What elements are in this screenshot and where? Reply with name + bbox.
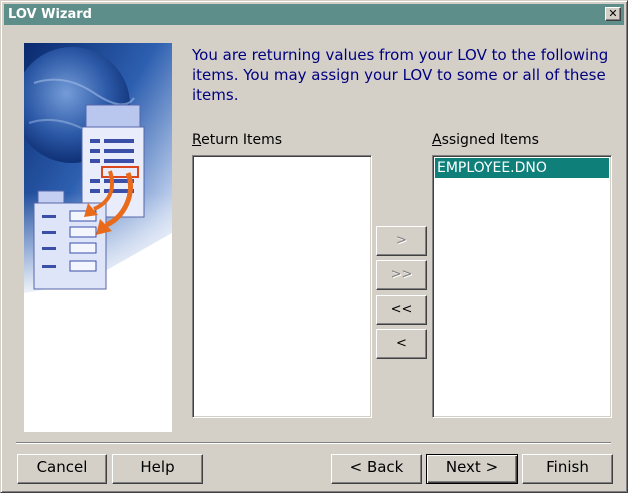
next-button[interactable]: Next > <box>426 454 518 484</box>
help-button[interactable]: Help <box>112 454 203 484</box>
list-item[interactable]: EMPLOYEE.DNO <box>435 158 609 178</box>
return-items-accel: R <box>192 132 202 148</box>
close-icon: ✕ <box>608 7 618 20</box>
assigned-items-accel: A <box>432 132 442 148</box>
window-title: LOV Wizard <box>8 7 92 22</box>
forms-transfer-illustration <box>24 43 172 432</box>
remove-item-button[interactable]: < <box>376 329 427 359</box>
wizard-illustration <box>24 43 172 432</box>
return-items-label: Return Items <box>192 132 282 149</box>
assigned-items-label: Assigned Items <box>432 132 539 149</box>
finish-button[interactable]: Finish <box>522 454 613 484</box>
assigned-items-list[interactable]: EMPLOYEE.DNO <box>432 155 612 418</box>
add-all-items-button[interactable]: >> <box>376 260 427 290</box>
add-item-button[interactable]: > <box>376 226 427 256</box>
remove-all-items-button[interactable]: << <box>376 295 427 325</box>
assigned-items-label-rest: ssigned Items <box>441 132 539 148</box>
footer-separator <box>16 442 611 444</box>
back-button[interactable]: < Back <box>331 454 422 484</box>
instruction-text: You are returning values from your LOV t… <box>192 46 609 104</box>
cancel-button[interactable]: Cancel <box>17 454 107 484</box>
return-items-list[interactable] <box>192 155 372 418</box>
close-button[interactable]: ✕ <box>605 7 621 21</box>
return-items-label-rest: eturn Items <box>201 132 283 148</box>
title-bar[interactable]: LOV Wizard ✕ <box>4 4 624 25</box>
lov-wizard-dialog: LOV Wizard ✕ You are returning values fr… <box>0 0 628 493</box>
